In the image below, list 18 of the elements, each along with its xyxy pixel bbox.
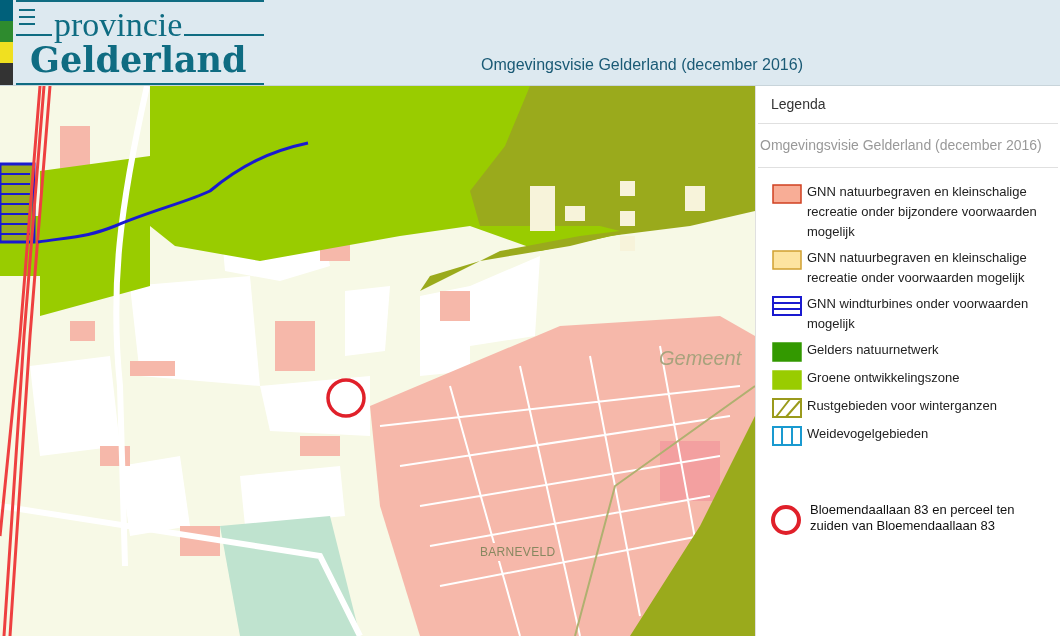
legend-label: GNN windturbines onder voorwaarden mogelijk [807,295,1030,333]
legend-label: Groene ontwikkelingszone [807,369,960,387]
legend-label: Bloemendaallaan 83 en perceel ten zuiden van Bloemendaallaan 83 [810,502,1016,534]
map-label: BARNEVELD [478,543,558,561]
legend-title: Legenda [771,95,826,114]
legend-label: GNN natuurbegraven en kleinschalige recreatie onder bijzondere voorwaarden mogelijk [807,183,1038,241]
page-title: Omgevingsvisie Gelderland (december 2016) [481,55,803,75]
layer-title: Omgevingsvisie Gelderland (december 2016) [760,136,1042,155]
stripe-icon [0,20,13,42]
stripe-icon [0,41,13,64]
stripe-icon [0,63,13,85]
legend-label: Rustgebieden voor winterganzen [807,397,998,415]
legend-label: Weidevogelgebieden [807,425,929,443]
legend-label: GNN natuurbegraven en kleinschalige recreatie onder voorwaarden mogelijk [807,249,1028,287]
lines-icon [18,8,36,28]
location-marker [326,378,366,418]
stripe-icon [0,0,13,21]
legend-label: Gelders natuurnetwerk [807,341,939,359]
